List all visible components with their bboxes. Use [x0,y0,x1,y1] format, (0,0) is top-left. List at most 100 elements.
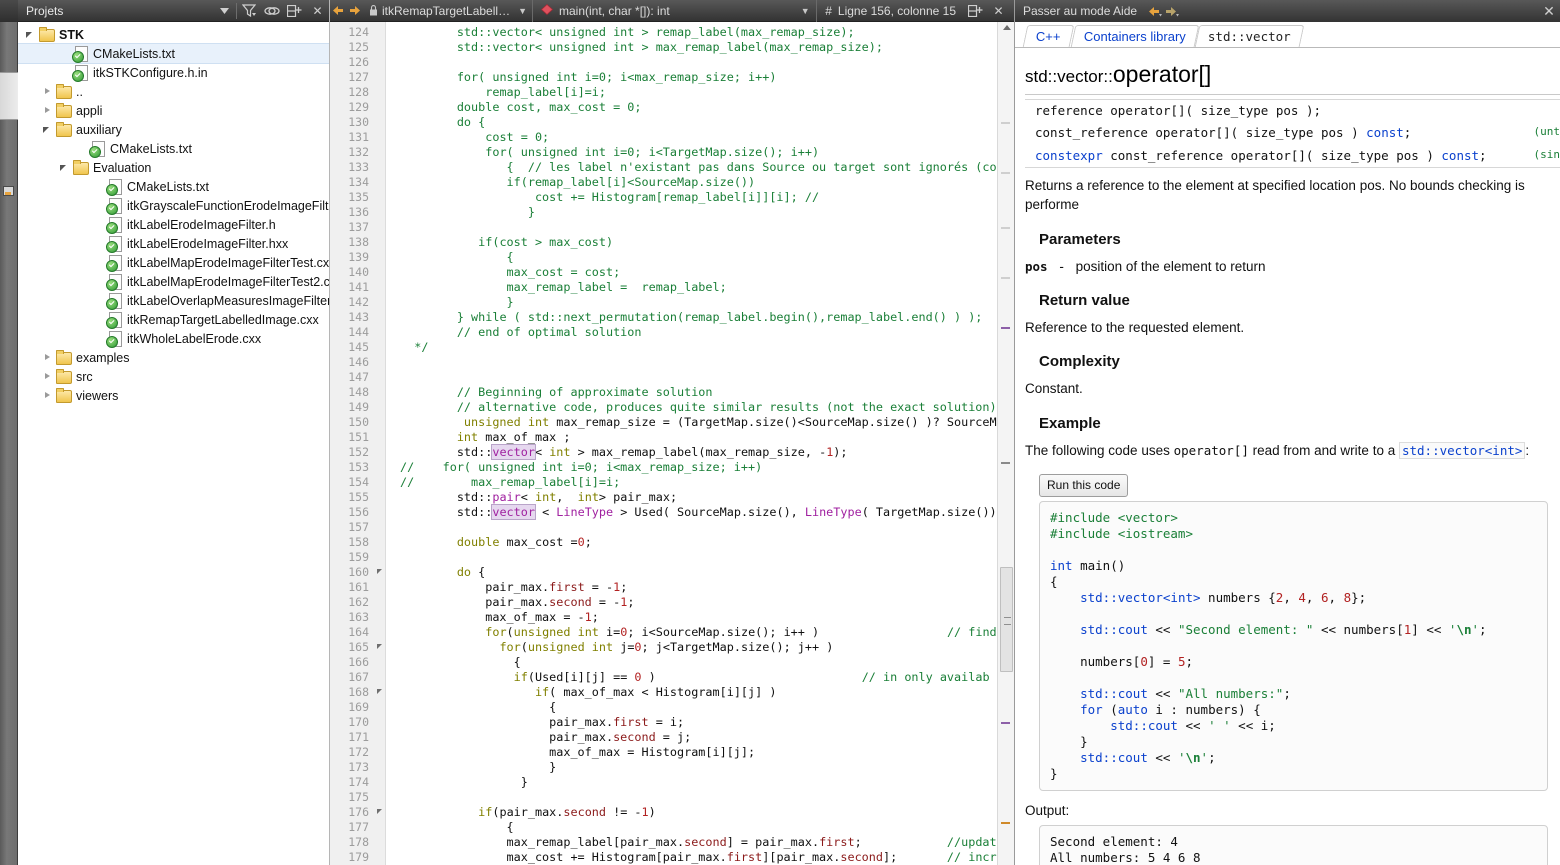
help-breadcrumb-tab[interactable]: Containers library [1070,25,1199,47]
expand-arrow-icon[interactable] [41,101,55,120]
code-line[interactable]: double cost, max_cost = 0; [386,100,997,115]
code-line[interactable]: do { [386,115,997,130]
code-line[interactable]: for( unsigned int i=0; i<TargetMap.size(… [386,145,997,160]
tree-file-item[interactable]: itkLabelErodeImageFilter.h [18,215,329,234]
code-line[interactable]: // max_remap_label[i]=i; [386,475,997,490]
help-content[interactable]: std::vector::operator[] reference operat… [1015,48,1560,865]
code-line[interactable]: if(pair_max.second != -1) [386,805,997,820]
code-line[interactable]: std::vector< int > max_remap_label(max_r… [386,444,997,460]
code-line[interactable]: // Beginning of approximate solution [386,385,997,400]
tree-file-item[interactable]: itkLabelMapErodeImageFilterTest.cxx [18,253,329,272]
tree-file-item[interactable]: itkRemapTargetLabelledImage.cxx [18,310,329,329]
code-line[interactable]: max_remap_label = remap_label; [386,280,997,295]
tree-file-item[interactable]: itkLabelOverlapMeasuresImageFilter.cxx [18,291,329,310]
close-help-icon[interactable]: ✕ [1538,3,1560,20]
expand-arrow-icon[interactable] [41,82,55,101]
chevron-down-icon[interactable] [213,0,236,22]
fold-marker-icon[interactable] [377,689,382,694]
code-line[interactable]: { [386,250,997,265]
lock-icon[interactable] [364,5,382,16]
tree-file-item[interactable]: CMakeLists.txt [18,139,329,158]
code-line[interactable]: { [386,700,997,715]
expand-arrow-icon[interactable] [41,367,55,386]
tree-folder-item[interactable]: auxiliary [18,120,329,139]
tree-folder-item[interactable]: examples [18,348,329,367]
code-line[interactable] [386,220,997,235]
tree-file-item[interactable]: itkWholeLabelErode.cxx [18,329,329,348]
mode-selector-strip[interactable] [0,0,18,865]
cursor-position-info[interactable]: # Ligne 156, colonne 15 [817,4,964,18]
run-this-code-button[interactable]: Run this code [1039,474,1129,498]
tree-folder-item[interactable]: appli [18,101,329,120]
help-back-icon[interactable] [1147,0,1164,22]
open-file-combo[interactable]: itkRemapTargetLabelledIm... ▼ [382,0,532,22]
tree-file-item[interactable]: itkLabelErodeImageFilter.hxx [18,234,329,253]
code-line[interactable]: do { [386,565,997,580]
code-line[interactable]: // end of optimal solution [386,325,997,340]
help-breadcrumb-tabs[interactable]: C++ Containers library std::vector [1015,22,1560,48]
code-line[interactable]: std::vector< unsigned int > remap_label(… [386,25,997,40]
project-tree[interactable]: STK CMakeLists.txt itkSTKConfigure.h.in.. a… [18,22,329,865]
code-line[interactable]: if( max_of_max < Histogram[i][j] ) [386,685,997,700]
fold-marker-icon[interactable] [377,644,382,649]
code-line[interactable] [386,790,997,805]
editor-body[interactable]: 124 125 126 127 128 129 130 131 132 133 134 135 136 1… [330,22,1014,865]
code-line[interactable]: if(Used[i][j] == 0 ) // in only availab [386,670,997,685]
scrollbar-thumb[interactable] [1000,567,1013,672]
code-line[interactable]: for( unsigned int i=0; i<max_remap_size;… [386,70,997,85]
code-line[interactable]: cost += Histogram[remap_label[i]][i]; // [386,190,997,205]
code-line[interactable]: max_of_max = -1; [386,610,997,625]
code-line[interactable]: // for( unsigned int i=0; i<max_remap_si… [386,460,997,475]
close-icon[interactable]: ✕ [306,0,329,22]
filter-icon[interactable] [237,0,260,22]
code-line[interactable]: // alternative code, produces quite simi… [386,400,997,415]
line-number-gutter[interactable]: 124 125 126 127 128 129 130 131 132 133 134 135 136 1… [330,22,386,865]
code-line[interactable]: max_of_max = Histogram[i][j]; [386,745,997,760]
code-line[interactable]: for(unsigned int j=0; j<TargetMap.size()… [386,640,997,655]
help-breadcrumb-tab[interactable]: std::vector [1195,25,1305,47]
link-icon[interactable] [260,0,283,22]
mode-strip-active-segment[interactable] [0,72,18,120]
code-line[interactable]: double max_cost =0; [386,535,997,550]
collapse-arrow-icon[interactable] [24,25,38,44]
tree-folder-item[interactable]: viewers [18,386,329,405]
code-line[interactable]: pair_max.first = -1; [386,580,997,595]
fold-marker-icon[interactable] [377,809,382,814]
code-line[interactable]: max_cost += Histogram[pair_max.first][pa… [386,850,997,865]
code-area[interactable]: std::vector< unsigned int > remap_label(… [386,22,997,865]
code-line[interactable] [386,55,997,70]
code-line[interactable]: max_remap_label[pair_max.second] = pair_… [386,835,997,850]
code-line[interactable]: */ [386,340,997,355]
tree-file-item[interactable]: itkGrayscaleFunctionErodeImageFilterTest [18,196,329,215]
code-line[interactable]: std::vector< unsigned int > max_remap_la… [386,40,997,55]
split-icon[interactable] [283,0,306,22]
code-line[interactable]: } [386,775,997,790]
code-line[interactable]: cost = 0; [386,130,997,145]
code-line[interactable]: { [386,655,997,670]
code-line[interactable]: pair_max.second = -1; [386,595,997,610]
mode-strip-icon[interactable] [3,186,14,196]
tree-folder-item[interactable]: STK [18,25,329,44]
code-line[interactable]: } while ( std::next_permutation(remap_la… [386,310,997,325]
fold-marker-icon[interactable] [377,569,382,574]
editor-vertical-scrollbar[interactable] [997,22,1014,865]
chevron-down-icon[interactable]: ▼ [794,6,816,16]
chevron-down-icon[interactable]: ▼ [513,6,532,16]
symbol-combo[interactable]: main(int, char *[]): int ▼ [533,0,816,22]
tree-file-item[interactable]: itkLabelMapErodeImageFilterTest2.cxx [18,272,329,291]
code-line[interactable]: int max_of_max ; [386,430,997,445]
code-line[interactable]: pair_max.second = j; [386,730,997,745]
code-line[interactable] [386,550,997,565]
code-line[interactable]: unsigned int max_remap_size = (TargetMap… [386,415,997,430]
split-icon[interactable] [964,0,987,22]
code-line[interactable]: } [386,205,997,220]
code-line[interactable] [386,370,997,385]
tree-folder-item[interactable]: src [18,367,329,386]
scroll-up-icon[interactable] [1003,25,1011,30]
expand-arrow-icon[interactable] [41,348,55,367]
code-line[interactable]: } [386,295,997,310]
code-line[interactable]: } [386,760,997,775]
tree-file-item[interactable]: CMakeLists.txt [18,43,329,64]
code-line[interactable]: { [386,820,997,835]
code-line[interactable]: for(unsigned int i=0; i<SourceMap.size()… [386,625,997,640]
